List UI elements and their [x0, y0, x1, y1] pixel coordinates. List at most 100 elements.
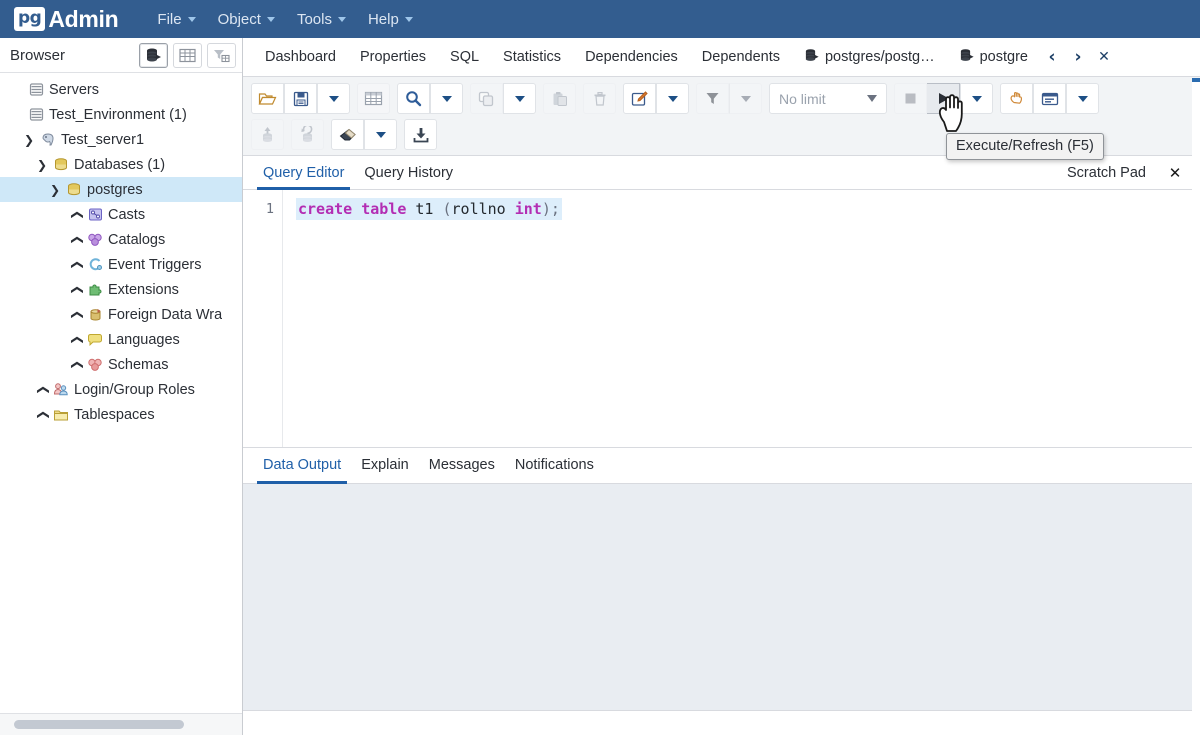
tab-label: Properties [359, 49, 427, 65]
edit-data-button[interactable] [623, 83, 656, 114]
tab-query-tool-postgres-postg[interactable]: postgres/postg… [792, 38, 947, 76]
tree-expander[interactable]: ❯ [33, 384, 51, 396]
tree-item-catalogs[interactable]: ❯ Catalogs [0, 227, 242, 252]
edit-grid-button[interactable] [357, 83, 390, 114]
tree-item-test-environment[interactable]: Test_Environment (1) [0, 102, 242, 127]
login-roles-icon [51, 382, 71, 397]
tab-notifications[interactable]: Notifications [505, 448, 604, 483]
pgadmin-window: pg Admin File Object Tools Help Browser [0, 0, 1200, 735]
execute-options-dropdown[interactable] [960, 83, 993, 114]
explain-options-dropdown[interactable] [1066, 83, 1099, 114]
chevron-down-icon: ❯ [23, 132, 35, 147]
tree-item-login-group-roles[interactable]: ❯ Login/Group Roles [0, 377, 242, 402]
tree-expander[interactable]: ❯ [67, 359, 85, 371]
tree-expander[interactable]: ❯ [67, 334, 85, 346]
tree-item-label: Schemas [108, 356, 169, 373]
tree-expander[interactable]: ❯ [46, 184, 64, 196]
logo-admin-text: Admin [48, 5, 119, 32]
download-csv-button[interactable] [404, 119, 437, 150]
tab-messages[interactable]: Messages [419, 448, 505, 483]
tree-item-postgres-database[interactable]: ❯ postgres [0, 177, 242, 202]
tree-expander[interactable]: ❯ [33, 409, 51, 421]
tab-scroll-left-button[interactable]: ‹ [1040, 38, 1064, 76]
tab-sql[interactable]: SQL [438, 38, 491, 76]
tab-dependencies[interactable]: Dependencies [573, 38, 690, 76]
tree-item-schemas[interactable]: ❯ Schemas [0, 352, 242, 377]
browser-sidebar: Browser Servers Test_Environment (1) ❯ T… [0, 38, 243, 735]
sidebar-horizontal-scrollbar[interactable] [0, 713, 242, 735]
chevron-down-icon [187, 16, 196, 22]
tabbar-scroll-indicator[interactable] [1192, 78, 1200, 82]
menu-file[interactable]: File [148, 7, 204, 32]
data-output-grid[interactable] [243, 483, 1200, 710]
tab-query-history[interactable]: Query History [354, 156, 463, 189]
tab-properties[interactable]: Properties [348, 38, 438, 76]
execute-group [894, 83, 993, 114]
tab-label: postgres/postg… [824, 49, 935, 65]
tree-item-label: Tablespaces [74, 406, 155, 423]
find-button[interactable] [397, 83, 430, 114]
save-file-button[interactable] [284, 83, 317, 114]
tree-item-casts[interactable]: ❯ Casts [0, 202, 242, 227]
tree-item-extensions[interactable]: ❯ Extensions [0, 277, 242, 302]
tree-expander[interactable]: ❯ [67, 259, 85, 271]
chevron-down-icon [867, 95, 877, 102]
tab-statistics[interactable]: Statistics [491, 38, 573, 76]
row-limit-select[interactable]: No limit [769, 83, 887, 114]
tab-query-tool-postgre[interactable]: postgre [947, 38, 1040, 76]
tree-expander[interactable]: ❯ [67, 234, 85, 246]
tree-item-databases[interactable]: ❯ Databases (1) [0, 152, 242, 177]
tree-expander[interactable]: ❯ [67, 309, 85, 321]
explain-button[interactable] [1000, 83, 1033, 114]
tree-item-servers[interactable]: Servers [0, 77, 242, 102]
tab-dashboard[interactable]: Dashboard [253, 38, 348, 76]
tab-data-output[interactable]: Data Output [253, 448, 351, 484]
code-content[interactable]: create table t1 (rollno int); [283, 190, 1200, 447]
sql-token-identifier: rollno [451, 200, 506, 218]
tab-close-button[interactable]: ✕ [1092, 38, 1116, 76]
chevron-down-icon [404, 16, 413, 22]
grid-view-button[interactable] [173, 42, 202, 68]
file-group [251, 83, 350, 114]
filter-view-button[interactable] [207, 42, 236, 68]
tree-item-test-server1[interactable]: ❯ Test_server1 [0, 127, 242, 152]
menu-help[interactable]: Help [359, 7, 422, 32]
tree-expander[interactable]: ❯ [33, 159, 51, 171]
save-options-dropdown[interactable] [317, 83, 350, 114]
tab-dependents[interactable]: Dependents [690, 38, 792, 76]
execute-refresh-tooltip: Execute/Refresh (F5) [946, 133, 1104, 160]
object-tree[interactable]: Servers Test_Environment (1) ❯ Test_serv… [0, 73, 242, 713]
copy-options-dropdown[interactable] [503, 83, 536, 114]
menu-tools[interactable]: Tools [288, 7, 355, 32]
tree-expander[interactable]: ❯ [67, 284, 85, 296]
tree-item-label: Catalogs [108, 231, 166, 248]
tab-scroll-right-button[interactable]: › [1066, 38, 1090, 76]
tree-expander[interactable]: ❯ [67, 209, 85, 221]
find-options-dropdown[interactable] [430, 83, 463, 114]
tab-label: Explain [361, 457, 409, 473]
execute-refresh-button[interactable] [927, 83, 960, 114]
code-line-1: create table t1 (rollno int); [296, 198, 562, 220]
browser-header: Browser [0, 38, 242, 73]
sql-token-punct: ); [541, 200, 560, 218]
edit-data-dropdown[interactable] [656, 83, 689, 114]
tree-item-tablespaces[interactable]: ❯ Tablespaces [0, 402, 242, 427]
clear-options-dropdown[interactable] [364, 119, 397, 150]
tree-item-event-triggers[interactable]: ❯ Event Triggers [0, 252, 242, 277]
scrollbar-thumb[interactable] [14, 720, 184, 729]
clear-button[interactable] [331, 119, 364, 150]
tab-query-editor[interactable]: Query Editor [253, 156, 354, 190]
tree-item-foreign-data-wrappers[interactable]: ❯ Foreign Data Wra [0, 302, 242, 327]
browser-view-button[interactable] [139, 42, 168, 68]
tree-item-languages[interactable]: ❯ Languages [0, 327, 242, 352]
tree-expander[interactable]: ❯ [20, 134, 38, 146]
open-file-button[interactable] [251, 83, 284, 114]
menu-object[interactable]: Object [209, 7, 284, 32]
explain-analyze-button[interactable] [1033, 83, 1066, 114]
chevron-right-icon: ❯ [35, 384, 49, 395]
menu-tools-label: Tools [296, 10, 332, 28]
sql-editor[interactable]: 1 create table t1 (rollno int); [243, 190, 1200, 448]
scratch-pad-close-button[interactable]: ✕ [1160, 164, 1190, 182]
eraser-icon [339, 128, 356, 140]
tab-explain[interactable]: Explain [351, 448, 419, 483]
